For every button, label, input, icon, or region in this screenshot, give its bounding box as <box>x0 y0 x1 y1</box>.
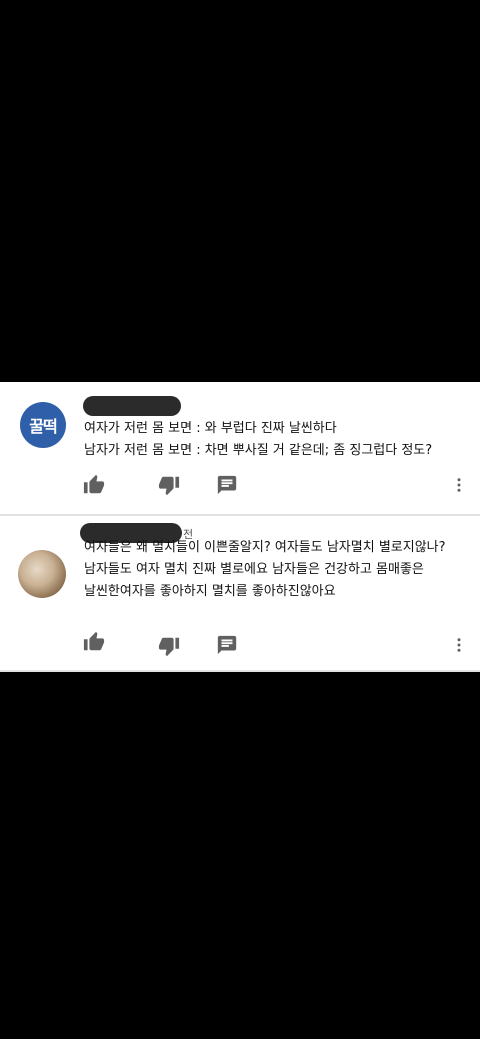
comment-text-line: 남자들도 여자 멸치 진짜 별로에요 남자들은 건강하고 몸매좋은 <box>84 562 424 577</box>
comment: 꿀떡 여자가 저런 몸 보면 : 와 부럽다 진짜 날씬하다 남자가 저런 몸 … <box>0 382 480 514</box>
divider <box>0 514 480 516</box>
reply-icon[interactable] <box>216 474 238 496</box>
more-vert-icon[interactable] <box>450 634 468 656</box>
thumbs-up-icon[interactable] <box>83 631 105 653</box>
comment: 전 여자들은 왜 멸치들이 이쁜줄알지? 여자들도 남자멸치 별로지않나? 남자… <box>0 517 480 672</box>
comment-text-line: 여자들은 왜 멸치들이 이쁜줄알지? 여자들도 남자멸치 별로지않나? <box>84 540 446 555</box>
comment-text-line: 날씬한여자를 좋아하지 멸치를 좋아하진않아요 <box>84 584 336 599</box>
avatar-initials: 꿀떡 <box>29 417 57 436</box>
comment-text-line: 여자가 저런 몸 보면 : 와 부럽다 진짜 날씬하다 <box>84 421 337 436</box>
reply-icon[interactable] <box>216 634 238 656</box>
comment-text-line: 남자가 저런 몸 보면 : 차면 뿌사질 거 같은데; 좀 징그럽다 정도? <box>84 443 433 458</box>
divider <box>0 670 480 672</box>
thumbs-down-icon[interactable] <box>158 635 180 657</box>
thumbs-down-icon[interactable] <box>158 474 180 496</box>
comments-panel: 꿀떡 여자가 저런 몸 보면 : 와 부럽다 진짜 날씬하다 남자가 저런 몸 … <box>0 382 480 672</box>
redacted-username <box>83 396 181 416</box>
avatar[interactable] <box>18 550 66 598</box>
avatar[interactable]: 꿀떡 <box>20 402 66 448</box>
more-vert-icon[interactable] <box>450 474 468 496</box>
thumbs-up-icon[interactable] <box>83 474 105 496</box>
